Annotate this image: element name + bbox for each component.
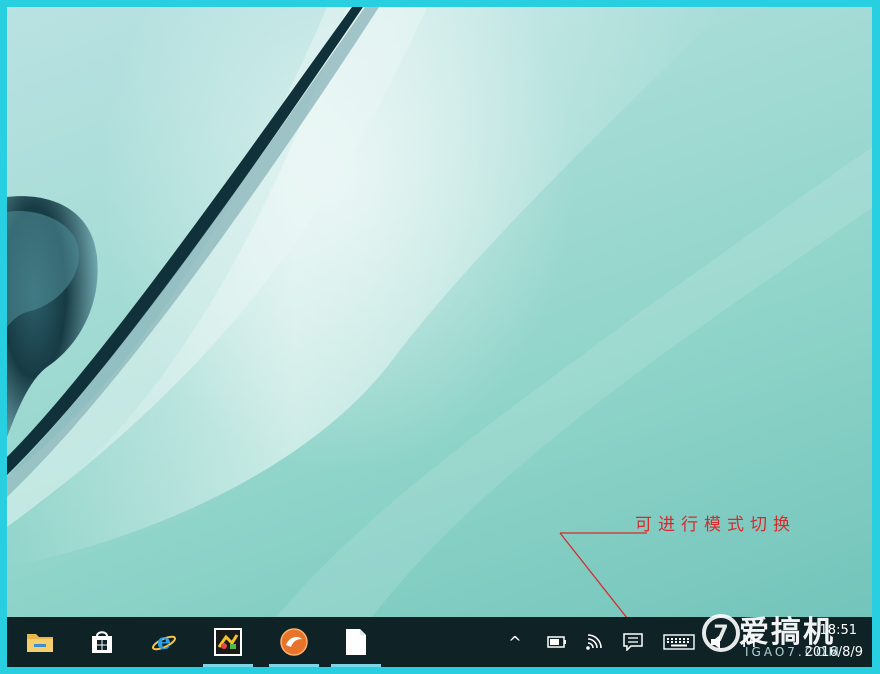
network-button[interactable] bbox=[581, 617, 609, 667]
taskbar-document[interactable] bbox=[331, 617, 381, 667]
desktop-wallpaper: 可进行模式切换 bbox=[7, 7, 872, 667]
screenshot-frame: 可进行模式切换 e ^ M 18:51 2016/8/9 7 爱搞机 IGAO7… bbox=[0, 0, 880, 674]
annotation-label: 可进行模式切换 bbox=[635, 515, 796, 535]
svg-text:e: e bbox=[157, 629, 171, 655]
photo-app-icon bbox=[214, 628, 242, 656]
battery-icon bbox=[547, 636, 566, 648]
action-center-button[interactable] bbox=[619, 617, 647, 667]
wallpaper-wave-art bbox=[7, 7, 872, 667]
chevron-up-icon: ^ bbox=[508, 632, 522, 652]
watermark-logo-icon: 7 bbox=[702, 614, 740, 652]
taskbar-file-explorer[interactable] bbox=[15, 617, 65, 667]
svg-text:7: 7 bbox=[713, 622, 728, 647]
taskbar-orange-app[interactable] bbox=[269, 617, 319, 667]
ie-icon: e bbox=[151, 629, 177, 655]
orange-circle-icon bbox=[280, 628, 308, 656]
watermark-url: IGAO7.COM bbox=[745, 645, 842, 659]
touch-keyboard-icon bbox=[663, 634, 695, 650]
active-app-indicator bbox=[269, 664, 319, 667]
wifi-icon bbox=[586, 634, 602, 650]
taskbar-internet-explorer[interactable]: e bbox=[139, 617, 189, 667]
active-app-indicator bbox=[331, 664, 381, 667]
blank-document-icon bbox=[346, 629, 366, 655]
active-app-indicator bbox=[203, 664, 253, 667]
folder-icon bbox=[27, 634, 53, 652]
action-center-icon bbox=[623, 633, 643, 651]
store-bag-icon bbox=[92, 631, 112, 653]
touch-keyboard-button[interactable] bbox=[659, 617, 699, 667]
taskbar-store[interactable] bbox=[77, 617, 127, 667]
watermark: 7 爱搞机 IGAO7.COM bbox=[697, 605, 872, 667]
show-hidden-icons-button[interactable]: ^ bbox=[503, 617, 527, 667]
battery-button[interactable] bbox=[543, 617, 571, 667]
taskbar-photo-app[interactable] bbox=[203, 617, 253, 667]
